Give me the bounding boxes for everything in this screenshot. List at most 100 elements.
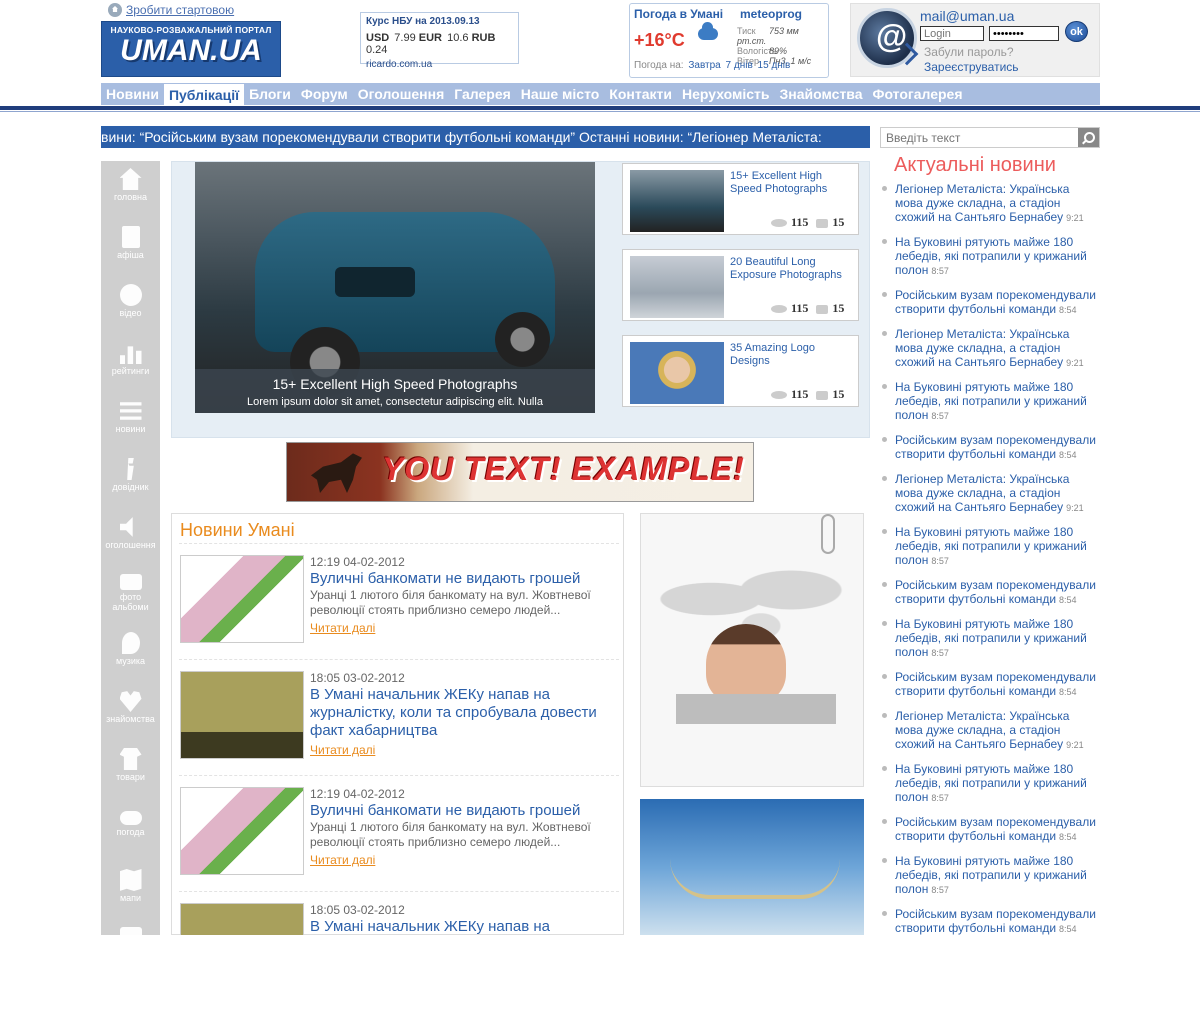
actual-news-item[interactable]: На Буковині рятують майже 180 лебедів, я… <box>880 380 1100 423</box>
actual-news-item[interactable]: Російським вузам порекомендували створит… <box>880 433 1100 462</box>
sidebar-item-poster[interactable]: афіша <box>101 226 160 277</box>
sidebar-item-video[interactable]: відео <box>101 284 160 335</box>
actual-news-item[interactable]: Російським вузам порекомендували створит… <box>880 670 1100 699</box>
actual-news-item[interactable]: Російським вузам порекомендували створит… <box>880 578 1100 607</box>
read-more-link[interactable]: Читати далі <box>310 743 375 757</box>
sidebar-item-directory[interactable]: довідник <box>101 458 160 509</box>
sidebar-item-home[interactable]: головна <box>101 168 160 219</box>
nav-item-contacts[interactable]: Контакти <box>604 83 677 105</box>
login-email[interactable]: mail@uman.ua <box>920 8 1014 24</box>
actual-news-time: 9:21 <box>1066 740 1084 750</box>
sidebar-item-photo-albums[interactable]: фото альбоми <box>101 574 160 625</box>
nav-item-forum[interactable]: Форум <box>296 83 353 105</box>
search-button[interactable] <box>1078 128 1099 147</box>
forgot-password-link[interactable]: Забули пароль? <box>924 45 1014 59</box>
nav-item-photogallery[interactable]: Фотогалерея <box>868 83 968 105</box>
nav-item-news[interactable]: Новини <box>101 83 164 105</box>
actual-news-item[interactable]: Російським вузам порекомендували створит… <box>880 907 1100 936</box>
nav-item-ads[interactable]: Оголошення <box>353 83 450 105</box>
login-input[interactable] <box>920 26 984 41</box>
forecast-tomorrow-link[interactable]: Завтра <box>688 60 720 71</box>
slider-thumb[interactable]: 35 Amazing Logo Designs 115 15 <box>622 335 859 407</box>
login-ok-button[interactable]: ok <box>1065 21 1088 42</box>
humidity-value: 89% <box>769 46 788 56</box>
nav-item-city[interactable]: Наше місто <box>516 83 605 105</box>
sidebar-item-forums[interactable]: форуми <box>101 985 160 1036</box>
read-more-link[interactable]: Читати далі <box>310 621 375 635</box>
views-count: 115 <box>791 387 809 401</box>
news-headline[interactable]: В Умані начальник ЖЕКу напав на журналіс… <box>310 686 615 740</box>
read-more-link[interactable]: Читати далі <box>310 853 375 867</box>
actual-news-text[interactable]: На Буковині рятують майже 180 лебедів, я… <box>895 617 1087 659</box>
banner-text: YOU TEXT! EXAMPLE! <box>382 451 745 487</box>
ad-banner[interactable]: YOU TEXT! EXAMPLE! <box>286 442 754 502</box>
forecast-15days-link[interactable]: 15 днів <box>758 60 791 71</box>
actual-news-text[interactable]: На Буковині рятують майже 180 лебедів, я… <box>895 235 1087 277</box>
featured-main-image[interactable]: 15+ Excellent High Speed Photographs Lor… <box>195 162 595 413</box>
news-headline[interactable]: В Умані начальник ЖЕКу напав на <box>310 918 615 935</box>
sidebar-item-weather[interactable]: погода <box>101 811 160 862</box>
actual-news-item[interactable]: Легіонер Металіста: Українська мова дуже… <box>880 327 1100 370</box>
featured-title[interactable]: 15+ Excellent High Speed Photographs <box>195 369 595 392</box>
actual-news-text[interactable]: Легіонер Металіста: Українська мова дуже… <box>895 472 1069 514</box>
actual-news-item[interactable]: Легіонер Металіста: Українська мова дуже… <box>880 472 1100 515</box>
thumb-title[interactable]: 35 Amazing Logo Designs <box>730 342 856 368</box>
actual-news-text[interactable]: На Буковині рятують майже 180 лебедів, я… <box>895 762 1087 804</box>
actual-news-item[interactable]: На Буковині рятують майже 180 лебедів, я… <box>880 617 1100 660</box>
actual-news-time: 8:57 <box>931 556 949 566</box>
sidebar-item-news[interactable]: новини <box>101 400 160 451</box>
actual-news-title: Актуальні новини <box>894 154 1056 176</box>
sidebar-item-ads[interactable]: оголошення <box>101 516 160 567</box>
news-image[interactable] <box>180 787 304 875</box>
search-input[interactable] <box>881 128 1077 147</box>
news-headline[interactable]: Вуличні банкомати не видають грошей <box>310 802 615 820</box>
nav-item-publications[interactable]: Публікації <box>163 83 245 105</box>
side-ad-hammock[interactable] <box>640 799 864 935</box>
side-ad-world-map[interactable] <box>640 513 864 787</box>
actual-news-item[interactable]: На Буковині рятують майже 180 лебедів, я… <box>880 235 1100 278</box>
actual-news-item[interactable]: На Буковині рятують майже 180 лебедів, я… <box>880 762 1100 805</box>
actual-news-item[interactable]: На Буковині рятують майже 180 лебедів, я… <box>880 525 1100 568</box>
news-image[interactable] <box>180 555 304 643</box>
set-homepage-link[interactable]: Зробити стартовою <box>108 3 234 17</box>
actual-news-text[interactable]: Легіонер Металіста: Українська мова дуже… <box>895 182 1069 224</box>
nav-item-gallery[interactable]: Галерея <box>449 83 516 105</box>
logo-name: UMAN.UA <box>120 34 262 67</box>
actual-news-text[interactable]: На Буковині рятують майже 180 лебедів, я… <box>895 525 1087 567</box>
news-image[interactable] <box>180 671 304 759</box>
actual-news-item[interactable]: На Буковині рятують майже 180 лебедів, я… <box>880 854 1100 897</box>
actual-news-text[interactable]: Легіонер Металіста: Українська мова дуже… <box>895 327 1069 369</box>
sidebar-item-maps[interactable]: мапи <box>101 869 160 920</box>
views-count: 115 <box>791 301 809 315</box>
actual-news-text[interactable]: На Буковині рятують майже 180 лебедів, я… <box>895 854 1087 896</box>
register-link[interactable]: Зареєструватись <box>924 60 1019 74</box>
actual-news-time: 8:54 <box>1059 924 1077 934</box>
blank-sign-image <box>676 694 836 724</box>
password-input[interactable] <box>989 26 1059 41</box>
sidebar-item-music[interactable]: музика <box>101 632 160 683</box>
forecast-7days-link[interactable]: 7 днів <box>726 60 753 71</box>
thumb-title[interactable]: 20 Beautiful Long Exposure Photographs <box>730 256 856 282</box>
exchange-rate-source[interactable]: ricardo.com.ua <box>366 59 513 70</box>
sidebar-item-goods[interactable]: товари <box>101 748 160 799</box>
thumb-title[interactable]: 15+ Excellent High Speed Photographs <box>730 170 856 196</box>
actual-news-item[interactable]: Російським вузам порекомендували створит… <box>880 288 1100 317</box>
nav-item-realty[interactable]: Нерухомість <box>677 83 775 105</box>
actual-news-item[interactable]: Легіонер Металіста: Українська мова дуже… <box>880 709 1100 752</box>
slider-thumb[interactable]: 20 Beautiful Long Exposure Photographs 1… <box>622 249 859 321</box>
nav-item-blogs[interactable]: Блоги <box>244 83 296 105</box>
news-image[interactable] <box>180 903 304 935</box>
news-headline[interactable]: Вуличні банкомати не видають грошей <box>310 570 615 588</box>
site-logo[interactable]: НАУКОВО-РОЗВАЖАЛЬНИЙ ПОРТАЛ UMAN.UA <box>101 21 281 77</box>
actual-news-text[interactable]: Легіонер Металіста: Українська мова дуже… <box>895 709 1069 751</box>
news-ticker[interactable]: вини: “Російським вузам порекомендували … <box>101 126 870 148</box>
sidebar-item-ratings[interactable]: рейтинги <box>101 342 160 393</box>
sidebar-item-dating[interactable]: знайомства <box>101 690 160 741</box>
actual-news-item[interactable]: Легіонер Металіста: Українська мова дуже… <box>880 182 1100 225</box>
sidebar-label: мапи <box>119 893 142 903</box>
actual-news-item[interactable]: Російським вузам порекомендували створит… <box>880 815 1100 844</box>
actual-news-text[interactable]: На Буковині рятують майже 180 лебедів, я… <box>895 380 1087 422</box>
tshirt-icon <box>119 748 142 770</box>
nav-item-dating[interactable]: Знайомства <box>775 83 868 105</box>
slider-thumb[interactable]: 15+ Excellent High Speed Photographs 115… <box>622 163 859 235</box>
